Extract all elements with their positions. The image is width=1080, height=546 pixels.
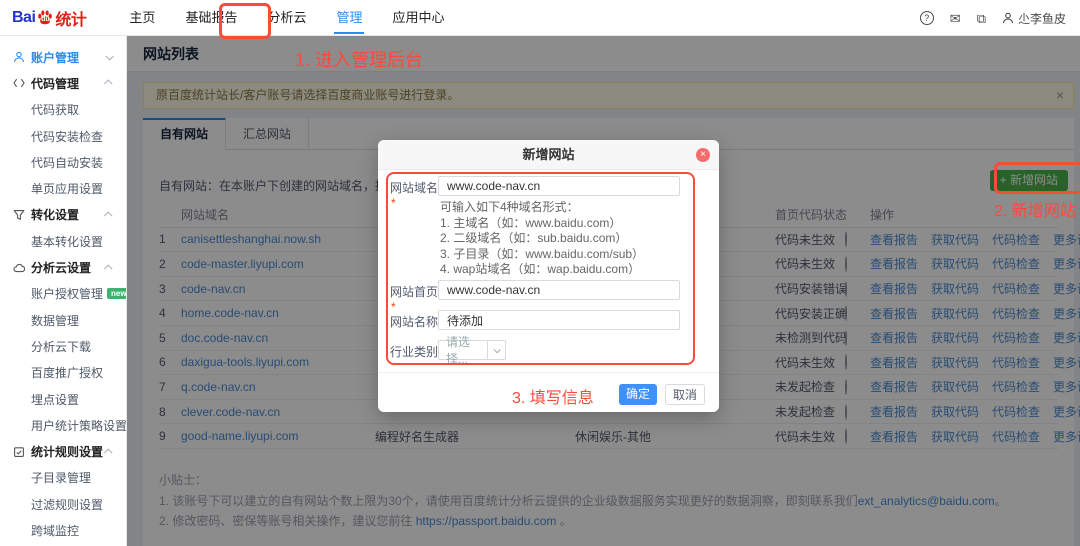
- user-menu[interactable]: 尐李鱼皮: [1002, 10, 1066, 27]
- sidebar-item-百度推广授权[interactable]: 百度推广授权: [0, 360, 126, 386]
- sidebar-group-账户管理[interactable]: 账户管理: [0, 44, 126, 70]
- sidebar-group-label: 统计规则设置: [31, 445, 104, 460]
- annotation-step2-text: 2. 新增网站: [994, 203, 1076, 220]
- nav-item-主页[interactable]: 主页: [129, 0, 155, 36]
- logo-text-tongji: 统计: [55, 11, 87, 29]
- chevron-down-icon: [105, 52, 114, 61]
- sidebar-item-分析云下载[interactable]: 分析云下载: [0, 333, 126, 359]
- sidebar-group-label: 转化设置: [31, 208, 80, 223]
- sidebar-item-代码获取[interactable]: 代码获取: [0, 97, 126, 123]
- sidebar-group-统计规则设置[interactable]: 统计规则设置: [0, 438, 126, 464]
- cloud-icon: [12, 261, 25, 274]
- sidebar: 账户管理代码管理代码获取代码安装检查 代码自动安装 单页应用设置 转化设置基本转化设置…: [0, 36, 127, 546]
- sidebar-item-label: 跨域监控: [31, 523, 80, 538]
- logo-text-bai: Bai: [12, 8, 36, 26]
- annotation-box-add-button: [994, 162, 1080, 194]
- user-name: 尐李鱼皮: [1017, 11, 1066, 26]
- modal-title: 新增网站: [378, 140, 719, 170]
- nav-item-应用中心[interactable]: 应用中心: [392, 0, 444, 36]
- sidebar-item-label: 代码获取: [31, 103, 80, 118]
- chevron-up-icon: [104, 79, 113, 89]
- sidebar-item-单页应用设置[interactable]: 单页应用设置: [0, 175, 126, 201]
- logo-text-du: du: [41, 15, 50, 23]
- doc-icon: [12, 445, 25, 458]
- sidebar-item-子目录管理[interactable]: 子目录管理: [0, 465, 126, 491]
- user-icon: [12, 51, 25, 64]
- nav-item-管理[interactable]: 管理: [334, 0, 365, 36]
- sidebar-group-label: 代码管理: [31, 76, 80, 91]
- help-icon[interactable]: ?: [919, 11, 934, 25]
- sidebar-item-label: 代码自动安装: [31, 155, 104, 170]
- sidebar-group-代码管理[interactable]: 代码管理: [0, 70, 126, 96]
- copy-icon[interactable]: ⧉: [977, 12, 986, 25]
- nav-right-tools: ? ✉ ⧉ 尐李鱼皮: [919, 0, 1066, 36]
- confirm-button[interactable]: 确定: [619, 384, 657, 405]
- sidebar-item-代码自动安装[interactable]: 代码自动安装: [0, 149, 126, 175]
- annotation-step1-text: 1. 进入管理后台: [295, 50, 424, 70]
- sidebar-group-label: 账户管理: [31, 50, 80, 65]
- sidebar-item-埋点设置[interactable]: 埋点设置: [0, 386, 126, 412]
- sidebar-item-跨域监控[interactable]: 跨域监控: [0, 517, 126, 543]
- sidebar-item-label: 数据管理: [31, 313, 80, 328]
- code-icon: [12, 77, 25, 90]
- chevron-up-icon: [104, 211, 113, 220]
- baidu-tongji-app: Bai du 统计 主页基础报告分析云管理应用中心 ? ✉ ⧉ 尐李鱼皮: [0, 0, 1080, 546]
- sidebar-item-label: 百度推广授权: [31, 366, 104, 381]
- sidebar-group-分析云设置[interactable]: 分析云设置: [0, 254, 126, 280]
- sidebar-item-label: 单页应用设置: [31, 182, 104, 197]
- baidu-tongji-logo[interactable]: Bai du 统计: [12, 6, 87, 30]
- funnel-icon: [12, 208, 25, 221]
- annotation-box-manage-tab: [219, 3, 271, 39]
- sidebar-item-数据管理[interactable]: 数据管理: [0, 307, 126, 333]
- modal-close-icon[interactable]: ×: [696, 148, 710, 162]
- sidebar-item-label: 子目录管理: [31, 471, 92, 486]
- sidebar-item-label: 代码安装检查: [31, 129, 104, 144]
- sidebar-group-转化设置[interactable]: 转化设置: [0, 202, 126, 228]
- chevron-up-icon: [104, 448, 113, 457]
- annotation-box-form: [386, 172, 695, 365]
- sidebar-item-基本转化设置[interactable]: 基本转化设置: [0, 228, 126, 254]
- annotation-step3-text: 3. 填写信息: [512, 390, 594, 407]
- baidu-paw-icon: du: [36, 9, 54, 27]
- cancel-button[interactable]: 取消: [665, 384, 705, 405]
- sidebar-item-过滤规则设置[interactable]: 过滤规则设置: [0, 491, 126, 517]
- chevron-up-icon: [104, 263, 113, 273]
- sidebar-item-代码安装检查[interactable]: 代码安装检查: [0, 123, 126, 149]
- sidebar-item-账户授权管理[interactable]: 账户授权管理 new: [0, 281, 126, 307]
- sidebar-item-label: 基本转化设置: [31, 234, 104, 249]
- sidebar-item-label: 用户统计策略设置: [31, 418, 127, 433]
- sidebar-item-label: 账户授权管理: [31, 287, 104, 302]
- sidebar-group-label: 分析云设置: [31, 261, 92, 276]
- top-nav: Bai du 统计 主页 基础报告 分析云 管理 应用中心 ? ✉ ⧉ 尐李鱼皮: [0, 0, 1080, 36]
- nav-item-分析云[interactable]: 分析云: [267, 0, 306, 36]
- nav-menu: 主页 基础报告 分析云 管理 应用中心: [114, 0, 459, 35]
- sidebar-item-label: 埋点设置: [31, 392, 80, 407]
- person-icon: [1002, 12, 1014, 24]
- sidebar-item-label: 分析云下载: [31, 339, 92, 354]
- sidebar-item-label: 过滤规则设置: [31, 497, 104, 512]
- new-badge: new: [107, 288, 126, 300]
- sidebar-item-用户统计策略设置[interactable]: 用户统计策略设置: [0, 412, 126, 438]
- mail-icon[interactable]: ✉: [950, 12, 961, 25]
